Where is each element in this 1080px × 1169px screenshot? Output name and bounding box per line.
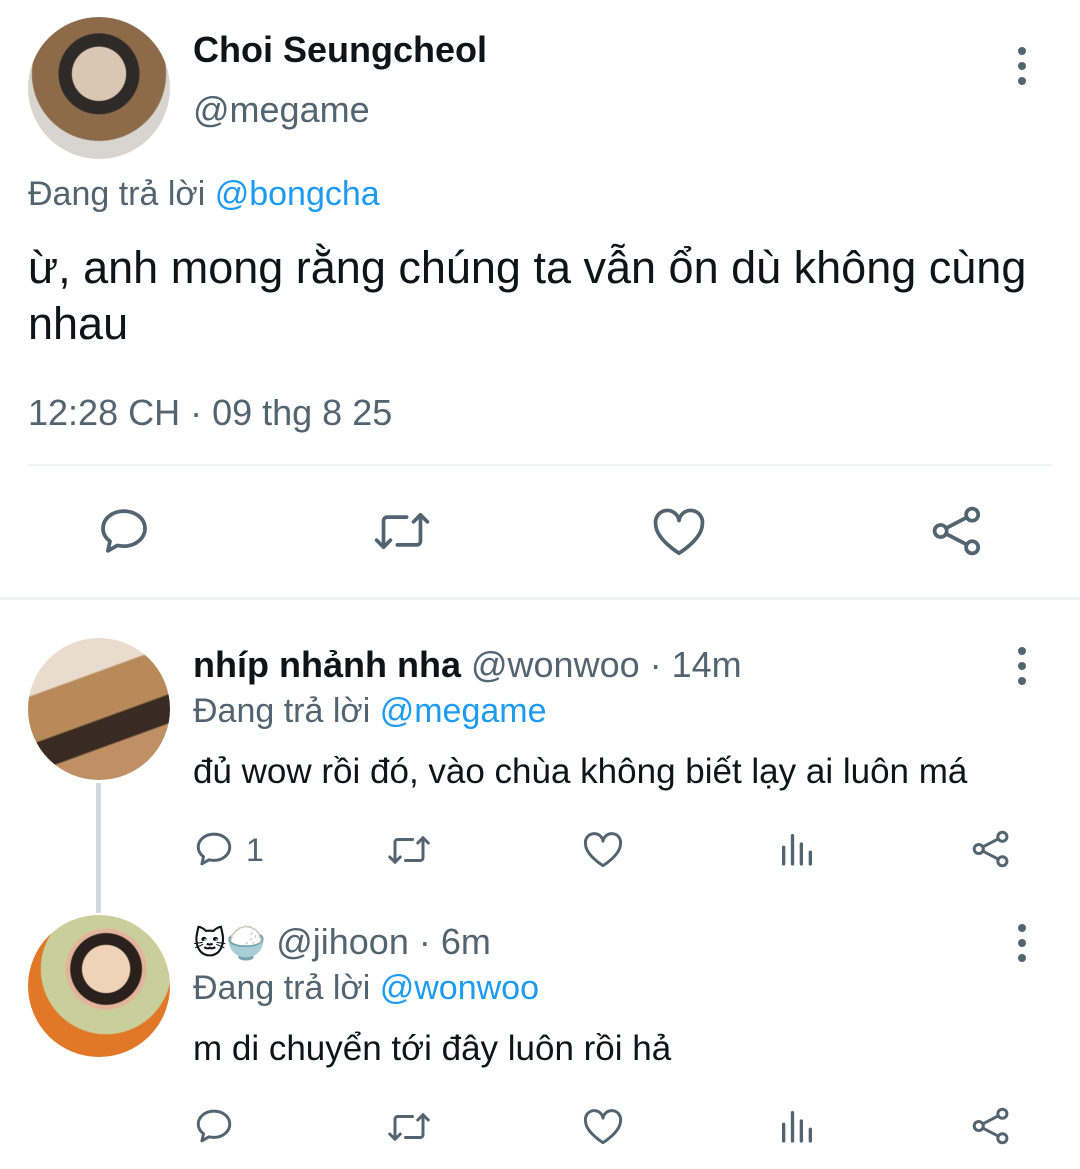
time-ago: · 6m: [418, 921, 491, 962]
like-icon[interactable]: [582, 829, 624, 869]
avatar[interactable]: [28, 638, 170, 780]
reply-to-link[interactable]: @bongcha: [215, 175, 380, 213]
display-name[interactable]: 🐱🍚: [193, 924, 266, 962]
share-icon[interactable]: [970, 828, 1012, 870]
avatar[interactable]: [28, 17, 170, 159]
share-icon[interactable]: [929, 503, 985, 559]
reply-header: nhíp nhảnh nha @wonwoo · 14m: [193, 643, 742, 687]
reply-icon[interactable]: [193, 1105, 235, 1147]
timestamp[interactable]: 12:28 CH · 09 thg 8 25: [28, 391, 392, 435]
avatar[interactable]: [28, 915, 170, 1057]
handle[interactable]: @megame: [193, 88, 370, 132]
retweet-icon[interactable]: [372, 503, 432, 559]
reply-header: 🐱🍚 @jihoon · 6m: [193, 920, 491, 965]
like-icon[interactable]: [651, 504, 707, 558]
reply-context: Đang trả lời @bongcha: [28, 172, 380, 216]
time-ago: · 14m: [649, 644, 742, 685]
thread-line: [96, 783, 101, 913]
reply-to-link[interactable]: @wonwoo: [380, 969, 539, 1007]
section-divider: [0, 597, 1080, 600]
retweet-icon[interactable]: [386, 829, 432, 871]
reply-context: Đang trả lời @wonwoo: [193, 966, 539, 1010]
share-icon[interactable]: [970, 1105, 1012, 1147]
reply-icon[interactable]: [96, 503, 152, 559]
retweet-icon[interactable]: [386, 1106, 432, 1148]
views-icon[interactable]: [777, 1106, 817, 1146]
reply-prefix: Đang trả lời: [28, 175, 206, 213]
reply-count: 1: [246, 832, 264, 868]
more-options-icon[interactable]: [1017, 647, 1027, 692]
reply-context: Đang trả lời @megame: [193, 689, 547, 733]
views-icon[interactable]: [777, 829, 817, 869]
divider: [28, 464, 1052, 466]
handle[interactable]: @wonwoo: [471, 644, 640, 685]
display-name[interactable]: nhíp nhảnh nha: [193, 644, 461, 685]
reply-prefix: Đang trả lời: [193, 969, 371, 1007]
reply-prefix: Đang trả lời: [193, 692, 371, 730]
tweet-text: m di chuyển tới đây luôn rồi hả: [193, 1029, 672, 1068]
tweet-text: đủ wow rồi đó, vào chùa không biết lạy a…: [193, 752, 968, 791]
like-icon[interactable]: [582, 1106, 624, 1146]
reply-to-link[interactable]: @megame: [380, 692, 547, 730]
more-options-icon[interactable]: [1017, 924, 1027, 969]
display-name[interactable]: Choi Seungcheol: [193, 28, 487, 72]
reply-icon[interactable]: [193, 828, 235, 870]
more-options-icon[interactable]: [1017, 47, 1027, 92]
tweet-text: ừ, anh mong rằng chúng ta vẫn ổn dù khôn…: [28, 242, 1027, 349]
handle[interactable]: @jihoon: [276, 921, 409, 962]
